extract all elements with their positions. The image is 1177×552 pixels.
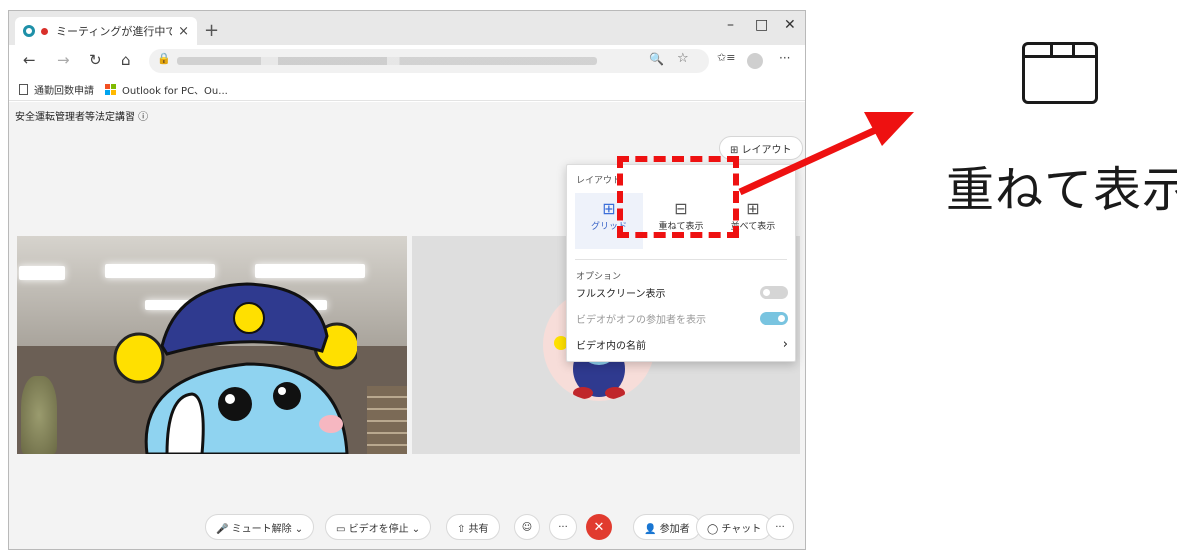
url-text-blurred bbox=[177, 57, 597, 65]
name-in-video-row[interactable]: ビデオ内の名前 › bbox=[576, 337, 788, 352]
reactions-button[interactable]: ☺ bbox=[514, 514, 540, 540]
maximize-button[interactable]: □ bbox=[755, 17, 768, 33]
new-tab-button[interactable]: + bbox=[204, 20, 219, 41]
lock-icon: 🔒 bbox=[157, 52, 171, 65]
minimize-button[interactable]: – bbox=[727, 17, 734, 33]
favorite-label: 通勤回数申請 bbox=[34, 86, 94, 97]
browser-window: ミーティングが進行中です... × + – □ ✕ ← → ↻ ⌂ 🔒 🔍 ☆ … bbox=[8, 10, 806, 550]
more-options-button[interactable]: ··· bbox=[549, 514, 577, 540]
favorite-label: Outlook for PC、Ou... bbox=[122, 86, 228, 97]
hangup-button[interactable]: ✕ bbox=[586, 514, 612, 540]
favorites-icon[interactable]: ✩≡ bbox=[717, 51, 735, 64]
forward-button[interactable]: → bbox=[57, 51, 70, 69]
show-video-off-row[interactable]: ビデオがオフの参加者を表示 bbox=[576, 311, 788, 326]
star-icon[interactable]: ☆ bbox=[677, 51, 689, 66]
address-bar[interactable]: 🔒 🔍 ☆ bbox=[149, 49, 709, 73]
mascot-police-character bbox=[113, 282, 357, 454]
stop-video-button[interactable]: ▭ ビデオを停止 ⌄ bbox=[325, 514, 432, 540]
screenshot-root: ミーティングが進行中です... × + – □ ✕ ← → ↻ ⌂ 🔒 🔍 ☆ … bbox=[0, 0, 1177, 552]
show-video-off-toggle[interactable] bbox=[760, 312, 788, 325]
more-menu-icon[interactable]: ··· bbox=[779, 51, 790, 65]
tab-strip: ミーティングが進行中です... × + – □ ✕ bbox=[9, 11, 805, 45]
callout-label: 重ねて表示 bbox=[946, 162, 1177, 218]
overflow-button[interactable]: ··· bbox=[766, 514, 794, 540]
browser-tab[interactable]: ミーティングが進行中です... × bbox=[15, 17, 197, 45]
tab-close-icon[interactable]: × bbox=[178, 24, 189, 39]
stacked-layout-icon bbox=[1022, 42, 1098, 104]
favorite-item[interactable]: Outlook for PC、Ou... bbox=[105, 82, 228, 97]
unmute-button[interactable]: 🎤 ミュート解除 ⌄ bbox=[205, 514, 315, 540]
options-header: オプション bbox=[576, 272, 622, 282]
browser-toolbar: ← → ↻ ⌂ 🔒 🔍 ☆ ✩≡ ··· bbox=[9, 45, 805, 77]
zoom-icon[interactable]: 🔍 bbox=[649, 52, 664, 66]
participants-button[interactable]: 👤 参加者 bbox=[633, 514, 701, 540]
video-tile-camera[interactable] bbox=[17, 236, 407, 454]
fullscreen-toggle[interactable] bbox=[760, 286, 788, 299]
name-in-video-label: ビデオ内の名前 bbox=[576, 341, 646, 352]
menu-divider bbox=[575, 259, 787, 260]
ceiling-light bbox=[19, 266, 65, 280]
home-button[interactable]: ⌂ bbox=[121, 51, 131, 69]
favorites-bar: 通勤回数申請 Outlook for PC、Ou... bbox=[9, 77, 805, 101]
show-video-off-label: ビデオがオフの参加者を表示 bbox=[576, 315, 706, 326]
share-button[interactable]: ⇧ 共有 bbox=[446, 514, 500, 540]
fullscreen-row[interactable]: フルスクリーン表示 bbox=[576, 285, 788, 300]
office-plant bbox=[21, 376, 57, 454]
profile-avatar-icon[interactable] bbox=[747, 53, 763, 69]
document-icon bbox=[19, 84, 28, 95]
microsoft-icon bbox=[105, 84, 116, 95]
reload-button[interactable]: ↻ bbox=[89, 51, 102, 69]
edge-icon bbox=[23, 25, 35, 37]
recording-dot-icon bbox=[41, 27, 48, 35]
tab-title: ミーティングが進行中です... bbox=[56, 25, 173, 38]
chevron-right-icon: › bbox=[782, 337, 788, 352]
back-button[interactable]: ← bbox=[23, 51, 36, 69]
chat-button[interactable]: ◯ チャット bbox=[696, 514, 773, 540]
bookshelf bbox=[367, 386, 407, 454]
meeting-title: 安全運転管理者等法定講習 ⓘ bbox=[15, 112, 149, 123]
favorite-item[interactable]: 通勤回数申請 bbox=[19, 82, 94, 97]
layout-menu-header: レイアウト bbox=[576, 176, 622, 186]
highlight-box bbox=[617, 156, 739, 238]
fullscreen-label: フルスクリーン表示 bbox=[576, 289, 666, 300]
close-window-button[interactable]: ✕ bbox=[784, 17, 796, 33]
